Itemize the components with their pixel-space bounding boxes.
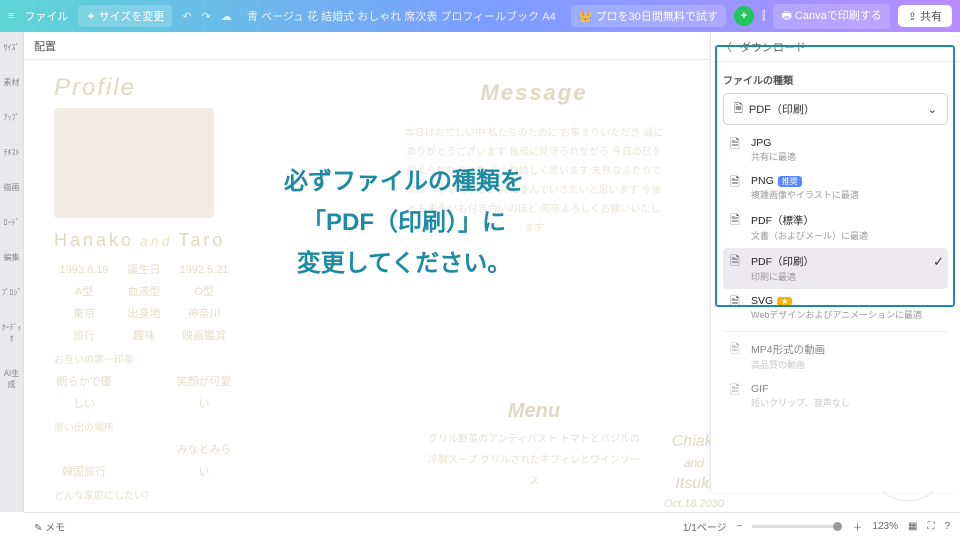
zoom-out-icon[interactable]: − xyxy=(737,521,743,532)
file-menu[interactable]: ファイル xyxy=(24,8,68,24)
filetype-options: 🗎JPG 共有に最適🗎PNG 推奨複雑画像やイラストに最適🗎PDF（標準） 文書… xyxy=(723,131,948,415)
file-icon: 🗎 xyxy=(727,213,743,229)
back-icon[interactable]: 〈 xyxy=(721,39,732,55)
chart-icon[interactable]: ⫿ xyxy=(762,10,766,23)
filetype-option-pdfprint[interactable]: 🗎PDF（印刷） 印刷に最適✓ xyxy=(723,248,948,289)
footer-bar: ✎ メモ 1/1ページ − ＋ 123% ▦ ⛶ ? xyxy=(24,512,960,540)
file-icon: 🗎 xyxy=(727,383,743,399)
filetype-option-jpg[interactable]: 🗎JPG 共有に最適 xyxy=(723,131,948,169)
filetype-option-mp4[interactable]: 🗎MP4形式の動画 高品質の動画 xyxy=(723,336,948,377)
file-icon: 🗎 xyxy=(727,254,743,270)
menu-block: Menu グリル野菜のアンティパスト トマトとバジルの冷製スープ グリルされた牛… xyxy=(424,400,644,492)
share-button[interactable]: ⇪ 共有 xyxy=(898,5,952,27)
try-pro-button[interactable]: 👑 プロを30日間無料で試す xyxy=(571,5,726,27)
filetype-label: ファイルの種類 xyxy=(723,72,948,87)
file-icon: 🗎 xyxy=(727,137,743,153)
file-icon: 🗎 xyxy=(727,175,743,191)
nav-item[interactable]: AI生成 xyxy=(0,368,23,390)
doc-title[interactable]: 青 ベージュ 花 結婚式 おしゃれ 席次表 プロフィールブック A4 xyxy=(242,8,561,24)
profile-photo xyxy=(54,108,214,218)
help-icon[interactable]: ? xyxy=(944,521,950,532)
file-icon: 🗎 xyxy=(727,295,743,311)
instruction-overlay: 必ずファイルの種類を 「PDF（印刷）」に 変更してください。 xyxy=(284,162,524,284)
zoom-in-icon[interactable]: ＋ xyxy=(852,519,862,534)
undo-icon[interactable]: ↶ xyxy=(182,10,191,23)
filetype-option-png[interactable]: 🗎PNG 推奨複雑画像やイラストに最適 xyxy=(723,169,948,207)
download-panel: 〈 ダウンロード ファイルの種類 🗎 PDF（印刷） ⌄ 🗎JPG 共有に最適🗎… xyxy=(710,32,960,492)
filetype-option-pdfstd[interactable]: 🗎PDF（標準） 文書（およびメール）に最適 xyxy=(723,207,948,248)
nav-item[interactable]: ﾌﾟﾛｼﾞ xyxy=(2,287,22,298)
zoom-slider[interactable] xyxy=(752,525,842,528)
resize-button[interactable]: ✦ サイズを変更 xyxy=(78,5,172,27)
top-bar: ≡ ファイル ✦ サイズを変更 ↶ ↷ ☁ 青 ベージュ 花 結婚式 おしゃれ … xyxy=(0,0,960,32)
memo-button[interactable]: ✎ メモ xyxy=(34,519,65,534)
nav-item[interactable]: 描画 xyxy=(4,182,20,193)
page-indicator[interactable]: 1/1ページ xyxy=(683,519,727,534)
redo-icon[interactable]: ↷ xyxy=(202,10,211,23)
file-icon: 🗎 xyxy=(734,100,743,119)
nav-item[interactable]: ﾃｷｽﾄ xyxy=(4,147,20,158)
nav-item[interactable]: ｻｲｽﾞ xyxy=(4,42,20,53)
nav-item[interactable]: ｱｯﾌﾟ xyxy=(4,112,20,123)
file-icon: 🗎 xyxy=(727,342,743,358)
filetype-option-gif[interactable]: 🗎GIF 短いクリップ、音声なし xyxy=(723,377,948,415)
filetype-option-svg[interactable]: 🗎SVG ★Webデザインおよびアニメーションに最適 xyxy=(723,289,948,327)
cloud-icon[interactable]: ☁ xyxy=(221,10,232,23)
add-button[interactable]: + xyxy=(734,6,754,26)
nav-item[interactable]: 編集 xyxy=(4,252,20,263)
panel-title: ダウンロード xyxy=(740,39,806,55)
zoom-value[interactable]: 123% xyxy=(872,521,898,532)
check-icon: ✓ xyxy=(933,254,944,270)
nav-item[interactable]: ｵｰﾃﾞｨｵ xyxy=(0,322,23,344)
filetype-select[interactable]: 🗎 PDF（印刷） ⌄ xyxy=(723,93,948,125)
grid-view-icon[interactable]: ▦ xyxy=(908,521,917,532)
nav-item[interactable]: 素材 xyxy=(4,77,20,88)
fullscreen-icon[interactable]: ⛶ xyxy=(927,521,934,532)
print-button[interactable]: 🖶 Canvaで印刷する xyxy=(773,4,889,29)
left-nav: ｻｲｽﾞ 素材 ｱｯﾌﾟ ﾃｷｽﾄ 描画 ﾛｰﾄﾞ 編集 ﾌﾟﾛｼﾞ ｵｰﾃﾞｨ… xyxy=(0,32,24,512)
nav-item[interactable]: ﾛｰﾄﾞ xyxy=(4,217,20,228)
arrange-button[interactable]: 配置 xyxy=(34,38,56,54)
menu-icon[interactable]: ≡ xyxy=(8,10,14,22)
chevron-down-icon: ⌄ xyxy=(928,103,937,116)
